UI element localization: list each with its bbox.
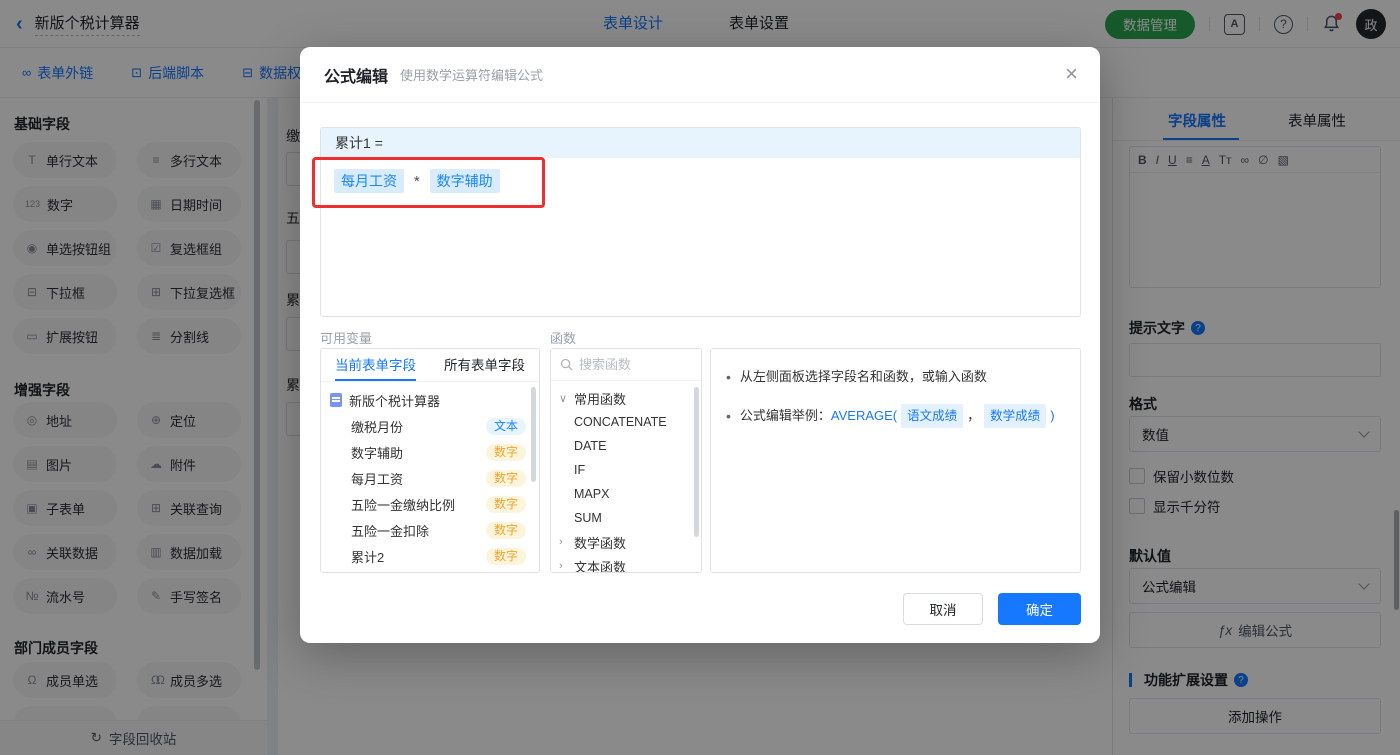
formula-help-panel: • 从左侧面板选择字段名和函数，或输入函数 • 公式编辑举例： AVERAGE(语… xyxy=(710,348,1081,573)
formula-input-area[interactable]: 累计1 = 每月工资 * 数字辅助 xyxy=(320,127,1081,317)
variable-row[interactable]: 每月工资 数字 xyxy=(321,465,539,491)
variable-row-partial[interactable] xyxy=(321,569,539,572)
help-tip: • 从左侧面板选择字段名和函数，或输入函数 xyxy=(726,366,1065,388)
example-chip: 数学成绩 xyxy=(984,404,1047,428)
function-item[interactable]: SUM xyxy=(551,506,701,530)
variable-row[interactable]: 缴税月份 文本 xyxy=(321,413,539,439)
form-doc-icon xyxy=(330,393,342,407)
chevron-right-icon: › xyxy=(559,536,563,548)
formula-editor-modal: 公式编辑 使用数学运算符编辑公式 × 累计1 = 每月工资 * 数字辅助 可用变… xyxy=(300,47,1100,643)
cancel-button[interactable]: 取消 xyxy=(903,593,983,625)
formula-token-field[interactable]: 数字辅助 xyxy=(429,169,500,193)
functions-panel: ∨ 常用函数 CONCATENATE DATE IF MAPX SUM › 数学… xyxy=(550,348,702,573)
example-chip: 语文成绩 xyxy=(901,404,964,428)
close-icon[interactable]: × xyxy=(1065,63,1078,85)
type-badge: 数字 xyxy=(485,495,526,513)
help-example: • 公式编辑举例： AVERAGE(语文成绩，数学成绩) xyxy=(726,404,1065,428)
search-icon xyxy=(560,358,573,371)
variables-form-node[interactable]: 新版个税计算器 xyxy=(321,387,539,413)
function-item[interactable]: MAPX xyxy=(551,482,701,506)
tab-all-form-fields[interactable]: 所有表单字段 xyxy=(430,349,539,381)
formula-content[interactable]: 每月工资 * 数字辅助 xyxy=(321,158,1080,204)
formula-operator: * xyxy=(413,173,420,190)
bullet-icon: • xyxy=(726,408,731,424)
equals-sign: = xyxy=(374,135,383,151)
formula-target-strip: 累计1 = xyxy=(321,128,1080,158)
modal-title: 公式编辑 xyxy=(324,68,389,86)
formula-target: 累计1 xyxy=(335,135,371,151)
functions-label: 函数 xyxy=(550,331,577,346)
chevron-right-icon: › xyxy=(559,560,563,572)
variable-row[interactable]: 累计2 数字 xyxy=(321,543,539,569)
function-group-common[interactable]: ∨ 常用函数 xyxy=(551,386,701,410)
function-item[interactable]: IF xyxy=(551,458,701,482)
bullet-icon: • xyxy=(726,369,731,385)
variables-scrollbar[interactable] xyxy=(531,387,536,482)
function-group-text[interactable]: › 文本函数 xyxy=(551,554,701,573)
variable-row[interactable]: 数字辅助 数字 xyxy=(321,439,539,465)
modal-subtitle: 使用数学运算符编辑公式 xyxy=(400,68,544,83)
function-group-math[interactable]: › 数学函数 xyxy=(551,530,701,554)
formula-token-field[interactable]: 每月工资 xyxy=(334,169,404,193)
function-search[interactable] xyxy=(551,349,701,381)
type-badge: 文本 xyxy=(485,417,526,435)
function-search-input[interactable] xyxy=(579,357,679,372)
variables-tabs: 当前表单字段 所有表单字段 xyxy=(321,349,539,382)
type-badge: 数字 xyxy=(485,443,526,461)
modal-header: 公式编辑 使用数学运算符编辑公式 xyxy=(300,47,1100,103)
type-badge: 数字 xyxy=(485,469,526,487)
variable-row[interactable]: 五险一金扣除 数字 xyxy=(321,517,539,543)
variable-row[interactable]: 五险一金缴纳比例 数字 xyxy=(321,491,539,517)
type-badge: 数字 xyxy=(485,547,526,565)
function-item[interactable]: CONCATENATE xyxy=(551,410,701,434)
variables-panel: 当前表单字段 所有表单字段 新版个税计算器 缴税月份 文本 数字辅助 数字 每月工资… xyxy=(320,348,540,573)
variables-label: 可用变量 xyxy=(320,331,373,346)
functions-scrollbar[interactable] xyxy=(694,387,699,537)
type-badge: 数字 xyxy=(485,521,526,539)
tab-current-form-fields[interactable]: 当前表单字段 xyxy=(321,349,430,381)
confirm-button[interactable]: 确定 xyxy=(998,593,1081,625)
chevron-open-icon: ∨ xyxy=(559,392,568,405)
function-item[interactable]: DATE xyxy=(551,434,701,458)
